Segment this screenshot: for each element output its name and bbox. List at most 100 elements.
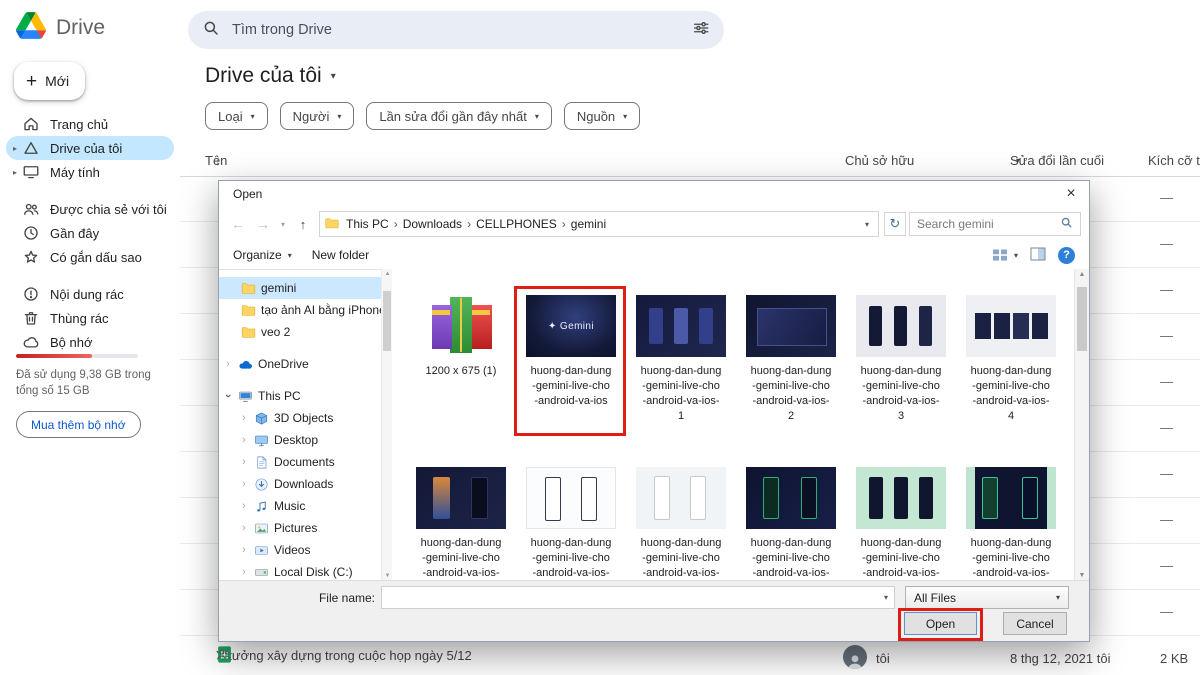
file-thumbnail-item[interactable]: huong-dan-dung -gemini-live-cho -android… — [736, 467, 846, 581]
storage-usage-text: Đã sử dụng 9,38 GB trong tổng số 15 GB — [16, 367, 166, 399]
file-thumbnail-item[interactable]: huong-dan-dung -gemini-live-cho -android… — [846, 295, 956, 467]
cancel-button[interactable]: Cancel — [1003, 612, 1067, 635]
row-size: — — [1160, 466, 1173, 481]
tree-item[interactable]: › Music — [219, 495, 381, 517]
help-icon[interactable]: ? — [1058, 247, 1075, 264]
tree-item[interactable]: › OneDrive — [219, 353, 381, 375]
chevron-down-icon: ▾ — [331, 71, 336, 82]
expander-icon[interactable]: › — [239, 522, 249, 534]
address-bar[interactable]: This PC›Downloads›CELLPHONES›gemini ▾ — [319, 211, 879, 237]
tree-item[interactable]: veo 2 — [219, 321, 381, 343]
tree-icon — [254, 433, 269, 448]
sidebar-item[interactable]: Được chia sẻ với tôi — [6, 197, 174, 221]
open-button[interactable]: Open — [904, 612, 977, 635]
drive-brand: Drive — [16, 12, 105, 44]
drive-search-bar[interactable]: Tìm trong Drive — [188, 11, 724, 49]
breadcrumb-item[interactable]: CELLPHONES — [471, 217, 562, 231]
breadcrumb-item[interactable]: gemini — [566, 217, 611, 231]
sidebar-item[interactable]: Trang chủ — [6, 112, 174, 136]
tree-item[interactable]: › Documents — [219, 451, 381, 473]
expander-icon[interactable]: › — [239, 412, 249, 424]
filter-chip[interactable]: Lần sửa đổi gần đây nhất ▾ — [366, 102, 552, 130]
expander-icon[interactable]: › — [239, 478, 249, 490]
sidebar-item[interactable]: ▸ Drive của tôi — [6, 136, 174, 160]
sidebar-item[interactable]: Có gắn dấu sao — [6, 245, 174, 269]
column-owner[interactable]: Chủ sở hữu — [845, 146, 914, 176]
expander-icon[interactable]: › — [239, 456, 249, 468]
file-thumbnail-item[interactable]: huong-dan-dung -gemini-live-cho -android… — [626, 295, 736, 467]
file-thumbnail-item[interactable]: huong-dan-dung -gemini-live-cho -android… — [516, 467, 626, 581]
file-thumbnail-item[interactable]: huong-dan-dung -gemini-live-cho -android… — [406, 467, 516, 581]
sidebar-icon — [22, 224, 40, 242]
breadcrumb-item[interactable]: Downloads — [398, 217, 467, 231]
file-caption: huong-dan-dung -gemini-live-cho -android… — [516, 536, 626, 581]
filter-chip[interactable]: Người ▾ — [280, 102, 355, 130]
tree-item[interactable]: › Videos — [219, 539, 381, 561]
expander-icon[interactable]: › — [239, 566, 249, 578]
new-button[interactable]: + Mới — [14, 62, 85, 100]
close-icon[interactable]: × — [1053, 181, 1089, 207]
scroll-up-icon[interactable]: ▲ — [1075, 271, 1089, 278]
sidebar-item[interactable]: Bộ nhớ — [6, 330, 174, 354]
scrollbar-thumb[interactable] — [1077, 287, 1087, 351]
organize-button[interactable]: Organize▾ — [233, 248, 292, 262]
expander-icon[interactable]: › — [222, 391, 234, 401]
tree-item-label: This PC — [258, 389, 301, 403]
new-folder-button[interactable]: New folder — [312, 248, 369, 262]
filter-chip[interactable]: Nguồn ▾ — [564, 102, 640, 130]
sidebar-item[interactable]: Nội dung rác — [6, 282, 174, 306]
up-button[interactable]: ↑ — [292, 217, 314, 232]
filter-chip[interactable]: Loại ▾ — [205, 102, 268, 130]
files-scrollbar[interactable]: ▲ ▼ — [1074, 269, 1089, 581]
file-name-input[interactable] — [381, 586, 895, 609]
tree-item-label: Local Disk (C:) — [274, 565, 353, 579]
sidebar-item[interactable]: Thùng rác — [6, 306, 174, 330]
address-chevron-icon[interactable]: ▾ — [861, 220, 873, 229]
page-title[interactable]: Drive của tôi ▾ — [205, 64, 336, 88]
row-size: — — [1160, 282, 1173, 297]
dialog-search-box[interactable]: Search gemini — [909, 212, 1081, 236]
expander-icon[interactable]: › — [239, 500, 249, 512]
tree-item[interactable]: › Downloads — [219, 473, 381, 495]
tune-icon[interactable] — [692, 19, 710, 42]
tree-item[interactable]: › This PC — [219, 385, 381, 407]
file-caption: huong-dan-dung -gemini-live-cho -android… — [626, 364, 736, 424]
expander-icon[interactable]: › — [239, 434, 249, 446]
file-thumbnail-item[interactable]: huong-dan-dung -gemini-live-cho -android… — [956, 467, 1066, 581]
preview-pane-icon[interactable] — [1030, 247, 1046, 264]
tree-item[interactable]: › Desktop — [219, 429, 381, 451]
file-thumbnail-item[interactable]: huong-dan-dung -gemini-live-cho -android… — [516, 295, 626, 467]
file-thumbnail-item[interactable]: huong-dan-dung -gemini-live-cho -android… — [736, 295, 846, 467]
file-thumbnail-item[interactable]: 1200 x 675 (1) — [406, 295, 516, 467]
chevron-down-icon: ▾ — [1016, 146, 1020, 176]
buy-storage-button[interactable]: Mua thêm bộ nhớ — [16, 411, 141, 438]
file-thumbnail — [856, 295, 946, 357]
forward-button[interactable]: → — [252, 216, 274, 232]
history-chevron-icon[interactable]: ▾ — [277, 220, 289, 229]
file-grid: 1200 x 675 (1) huong-dan-dung -gemini-li… — [406, 295, 1066, 581]
sort-arrow-icon: ↓ — [215, 146, 221, 176]
file-type-select[interactable]: All Files ▾ — [905, 586, 1069, 609]
tree-item[interactable]: › 3D Objects — [219, 407, 381, 429]
sidebar-item[interactable]: Gần đây — [6, 221, 174, 245]
tree-item[interactable]: tạo ảnh AI bằng iPhone — [219, 299, 381, 321]
column-size[interactable]: Kích cỡ tệp — [1148, 146, 1200, 176]
breadcrumb-item[interactable]: This PC — [341, 217, 394, 231]
scroll-down-icon[interactable]: ▼ — [1075, 572, 1089, 579]
scrollbar-thumb[interactable] — [383, 291, 391, 351]
tree-item[interactable]: › Pictures — [219, 517, 381, 539]
sidebar-item[interactable]: ▸ Máy tính — [6, 160, 174, 184]
row-size: — — [1160, 190, 1173, 205]
view-selector-button[interactable]: ▾ — [992, 248, 1018, 262]
tree-item[interactable]: › Local Disk (C:) — [219, 561, 381, 581]
expander-icon[interactable]: › — [223, 358, 233, 370]
expander-icon[interactable]: › — [239, 544, 249, 556]
refresh-icon[interactable]: ↻ — [884, 212, 906, 236]
file-thumbnail-item[interactable]: huong-dan-dung -gemini-live-cho -android… — [846, 467, 956, 581]
file-thumbnail-item[interactable]: huong-dan-dung -gemini-live-cho -android… — [956, 295, 1066, 467]
file-thumbnail-item[interactable]: huong-dan-dung -gemini-live-cho -android… — [626, 467, 736, 581]
tree-item-label: veo 2 — [261, 325, 290, 339]
back-button[interactable]: ← — [227, 216, 249, 232]
drive-logo-icon — [16, 12, 46, 44]
tree-item[interactable]: gemini — [219, 277, 381, 299]
